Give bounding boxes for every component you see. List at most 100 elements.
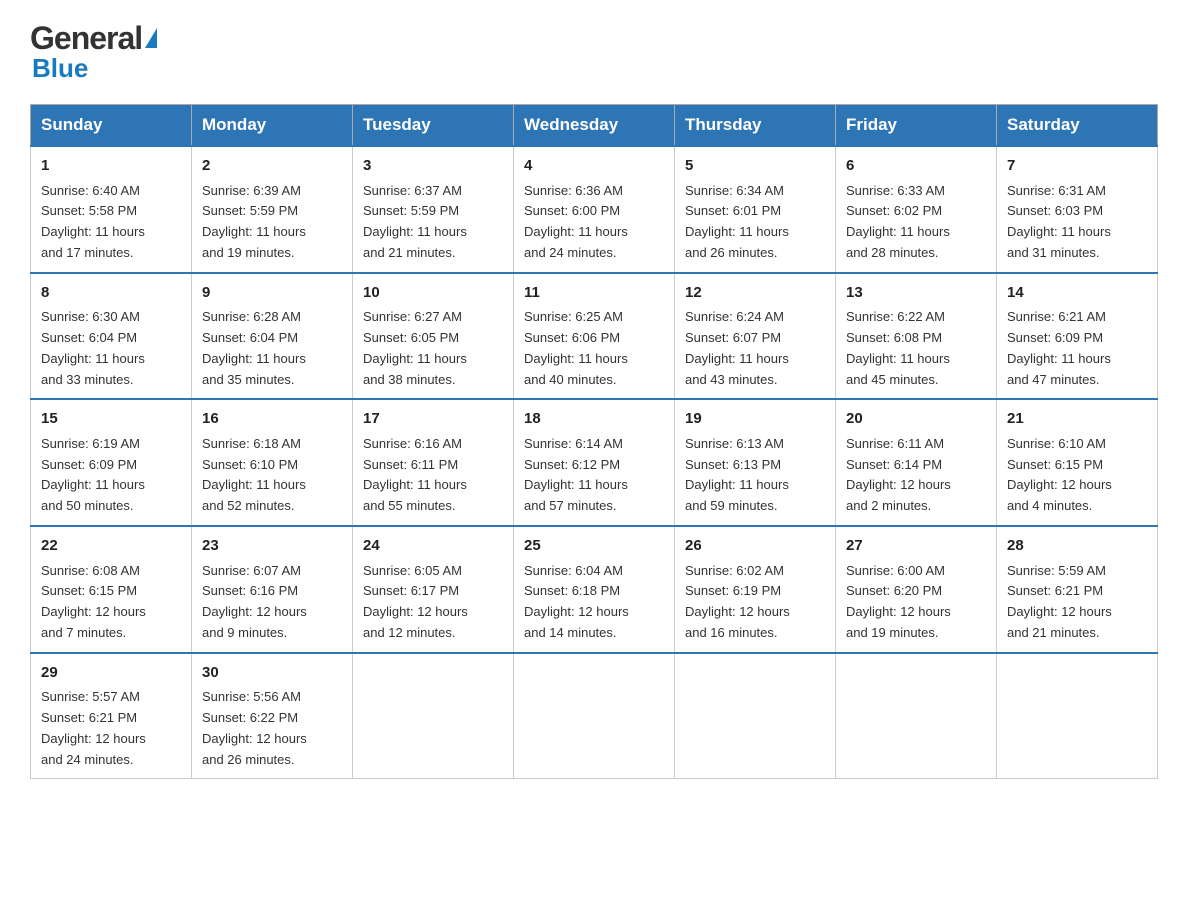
day-number: 13 bbox=[846, 282, 986, 305]
calendar-header-sunday: Sunday bbox=[31, 105, 192, 147]
day-number: 27 bbox=[846, 535, 986, 558]
day-info: Sunrise: 6:02 AMSunset: 6:19 PMDaylight:… bbox=[685, 561, 825, 644]
day-info: Sunrise: 6:10 AMSunset: 6:15 PMDaylight:… bbox=[1007, 434, 1147, 517]
calendar-table: SundayMondayTuesdayWednesdayThursdayFrid… bbox=[30, 104, 1158, 779]
day-info: Sunrise: 6:39 AMSunset: 5:59 PMDaylight:… bbox=[202, 181, 342, 264]
calendar-cell: 14Sunrise: 6:21 AMSunset: 6:09 PMDayligh… bbox=[997, 273, 1158, 400]
calendar-cell: 10Sunrise: 6:27 AMSunset: 6:05 PMDayligh… bbox=[353, 273, 514, 400]
calendar-cell: 20 Sunrise: 6:11 AMSunset: 6:14 PMDayligh… bbox=[836, 399, 997, 526]
day-info: Sunrise: 6:00 AMSunset: 6:20 PMDaylight:… bbox=[846, 561, 986, 644]
day-info: Sunrise: 6:16 AMSunset: 6:11 PMDaylight:… bbox=[363, 434, 503, 517]
logo-blue-text: Blue bbox=[32, 53, 88, 84]
day-number: 4 bbox=[524, 155, 664, 178]
calendar-cell: 4Sunrise: 6:36 AMSunset: 6:00 PMDaylight… bbox=[514, 146, 675, 273]
week-row-3: 15 Sunrise: 6:19 AMSunset: 6:09 PMDayligh… bbox=[31, 399, 1158, 526]
calendar-cell: 29Sunrise: 5:57 AMSunset: 6:21 PMDayligh… bbox=[31, 653, 192, 779]
day-number: 19 bbox=[685, 408, 825, 431]
day-number: 22 bbox=[41, 535, 181, 558]
calendar-cell: 2 Sunrise: 6:39 AMSunset: 5:59 PMDaylight… bbox=[192, 146, 353, 273]
day-info: Sunrise: 6:19 AMSunset: 6:09 PMDaylight:… bbox=[41, 434, 181, 517]
logo-triangle-icon bbox=[145, 28, 157, 48]
calendar-cell: 27 Sunrise: 6:00 AMSunset: 6:20 PMDayligh… bbox=[836, 526, 997, 653]
day-info: Sunrise: 6:22 AMSunset: 6:08 PMDaylight:… bbox=[846, 307, 986, 390]
day-info: Sunrise: 6:05 AMSunset: 6:17 PMDaylight:… bbox=[363, 561, 503, 644]
calendar-cell bbox=[997, 653, 1158, 779]
day-number: 25 bbox=[524, 535, 664, 558]
calendar-cell: 28 Sunrise: 5:59 AMSunset: 6:21 PMDayligh… bbox=[997, 526, 1158, 653]
calendar-header-tuesday: Tuesday bbox=[353, 105, 514, 147]
calendar-cell: 23 Sunrise: 6:07 AMSunset: 6:16 PMDayligh… bbox=[192, 526, 353, 653]
day-number: 15 bbox=[41, 408, 181, 431]
day-info: Sunrise: 6:37 AMSunset: 5:59 PMDaylight:… bbox=[363, 181, 503, 264]
calendar-cell: 13Sunrise: 6:22 AMSunset: 6:08 PMDayligh… bbox=[836, 273, 997, 400]
day-number: 14 bbox=[1007, 282, 1147, 305]
day-number: 11 bbox=[524, 282, 664, 305]
calendar-header-wednesday: Wednesday bbox=[514, 105, 675, 147]
day-number: 6 bbox=[846, 155, 986, 178]
day-info: Sunrise: 6:24 AMSunset: 6:07 PMDaylight:… bbox=[685, 307, 825, 390]
calendar-cell: 19 Sunrise: 6:13 AMSunset: 6:13 PMDayligh… bbox=[675, 399, 836, 526]
calendar-cell: 3 Sunrise: 6:37 AMSunset: 5:59 PMDaylight… bbox=[353, 146, 514, 273]
day-number: 7 bbox=[1007, 155, 1147, 178]
day-info: Sunrise: 5:57 AMSunset: 6:21 PMDaylight:… bbox=[41, 687, 181, 770]
calendar-cell: 15 Sunrise: 6:19 AMSunset: 6:09 PMDayligh… bbox=[31, 399, 192, 526]
day-number: 10 bbox=[363, 282, 503, 305]
calendar-cell bbox=[836, 653, 997, 779]
day-number: 1 bbox=[41, 155, 181, 178]
day-info: Sunrise: 6:28 AMSunset: 6:04 PMDaylight:… bbox=[202, 307, 342, 390]
calendar-cell: 1 Sunrise: 6:40 AMSunset: 5:58 PMDaylight… bbox=[31, 146, 192, 273]
day-number: 5 bbox=[685, 155, 825, 178]
calendar-header-row: SundayMondayTuesdayWednesdayThursdayFrid… bbox=[31, 105, 1158, 147]
logo: General Blue bbox=[30, 20, 157, 84]
day-info: Sunrise: 6:13 AMSunset: 6:13 PMDaylight:… bbox=[685, 434, 825, 517]
day-info: Sunrise: 6:27 AMSunset: 6:05 PMDaylight:… bbox=[363, 307, 503, 390]
day-info: Sunrise: 6:34 AMSunset: 6:01 PMDaylight:… bbox=[685, 181, 825, 264]
day-info: Sunrise: 6:30 AMSunset: 6:04 PMDaylight:… bbox=[41, 307, 181, 390]
day-number: 29 bbox=[41, 662, 181, 685]
week-row-1: 1 Sunrise: 6:40 AMSunset: 5:58 PMDaylight… bbox=[31, 146, 1158, 273]
day-number: 18 bbox=[524, 408, 664, 431]
day-info: Sunrise: 6:14 AMSunset: 6:12 PMDaylight:… bbox=[524, 434, 664, 517]
day-number: 28 bbox=[1007, 535, 1147, 558]
day-info: Sunrise: 6:11 AMSunset: 6:14 PMDaylight:… bbox=[846, 434, 986, 517]
calendar-cell: 11Sunrise: 6:25 AMSunset: 6:06 PMDayligh… bbox=[514, 273, 675, 400]
day-number: 2 bbox=[202, 155, 342, 178]
calendar-header-friday: Friday bbox=[836, 105, 997, 147]
calendar-header-monday: Monday bbox=[192, 105, 353, 147]
week-row-2: 8Sunrise: 6:30 AMSunset: 6:04 PMDaylight… bbox=[31, 273, 1158, 400]
calendar-cell: 12Sunrise: 6:24 AMSunset: 6:07 PMDayligh… bbox=[675, 273, 836, 400]
day-number: 21 bbox=[1007, 408, 1147, 431]
calendar-header-saturday: Saturday bbox=[997, 105, 1158, 147]
day-info: Sunrise: 6:25 AMSunset: 6:06 PMDaylight:… bbox=[524, 307, 664, 390]
day-info: Sunrise: 6:31 AMSunset: 6:03 PMDaylight:… bbox=[1007, 181, 1147, 264]
day-info: Sunrise: 5:59 AMSunset: 6:21 PMDaylight:… bbox=[1007, 561, 1147, 644]
calendar-cell: 30Sunrise: 5:56 AMSunset: 6:22 PMDayligh… bbox=[192, 653, 353, 779]
calendar-cell: 24 Sunrise: 6:05 AMSunset: 6:17 PMDayligh… bbox=[353, 526, 514, 653]
calendar-cell: 25Sunrise: 6:04 AMSunset: 6:18 PMDayligh… bbox=[514, 526, 675, 653]
day-info: Sunrise: 6:33 AMSunset: 6:02 PMDaylight:… bbox=[846, 181, 986, 264]
day-number: 26 bbox=[685, 535, 825, 558]
day-number: 12 bbox=[685, 282, 825, 305]
calendar-cell: 6 Sunrise: 6:33 AMSunset: 6:02 PMDaylight… bbox=[836, 146, 997, 273]
day-info: Sunrise: 6:07 AMSunset: 6:16 PMDaylight:… bbox=[202, 561, 342, 644]
day-number: 17 bbox=[363, 408, 503, 431]
calendar-cell: 17 Sunrise: 6:16 AMSunset: 6:11 PMDayligh… bbox=[353, 399, 514, 526]
calendar-cell bbox=[514, 653, 675, 779]
day-info: Sunrise: 6:21 AMSunset: 6:09 PMDaylight:… bbox=[1007, 307, 1147, 390]
day-number: 30 bbox=[202, 662, 342, 685]
calendar-cell: 16Sunrise: 6:18 AMSunset: 6:10 PMDayligh… bbox=[192, 399, 353, 526]
day-info: Sunrise: 6:18 AMSunset: 6:10 PMDaylight:… bbox=[202, 434, 342, 517]
calendar-cell: 9Sunrise: 6:28 AMSunset: 6:04 PMDaylight… bbox=[192, 273, 353, 400]
logo-general-text: General bbox=[30, 20, 142, 57]
day-number: 8 bbox=[41, 282, 181, 305]
day-info: Sunrise: 6:08 AMSunset: 6:15 PMDaylight:… bbox=[41, 561, 181, 644]
day-number: 20 bbox=[846, 408, 986, 431]
day-number: 3 bbox=[363, 155, 503, 178]
calendar-cell bbox=[675, 653, 836, 779]
day-info: Sunrise: 6:40 AMSunset: 5:58 PMDaylight:… bbox=[41, 181, 181, 264]
day-number: 23 bbox=[202, 535, 342, 558]
week-row-4: 22 Sunrise: 6:08 AMSunset: 6:15 PMDayligh… bbox=[31, 526, 1158, 653]
day-number: 24 bbox=[363, 535, 503, 558]
day-number: 9 bbox=[202, 282, 342, 305]
calendar-cell: 18 Sunrise: 6:14 AMSunset: 6:12 PMDayligh… bbox=[514, 399, 675, 526]
